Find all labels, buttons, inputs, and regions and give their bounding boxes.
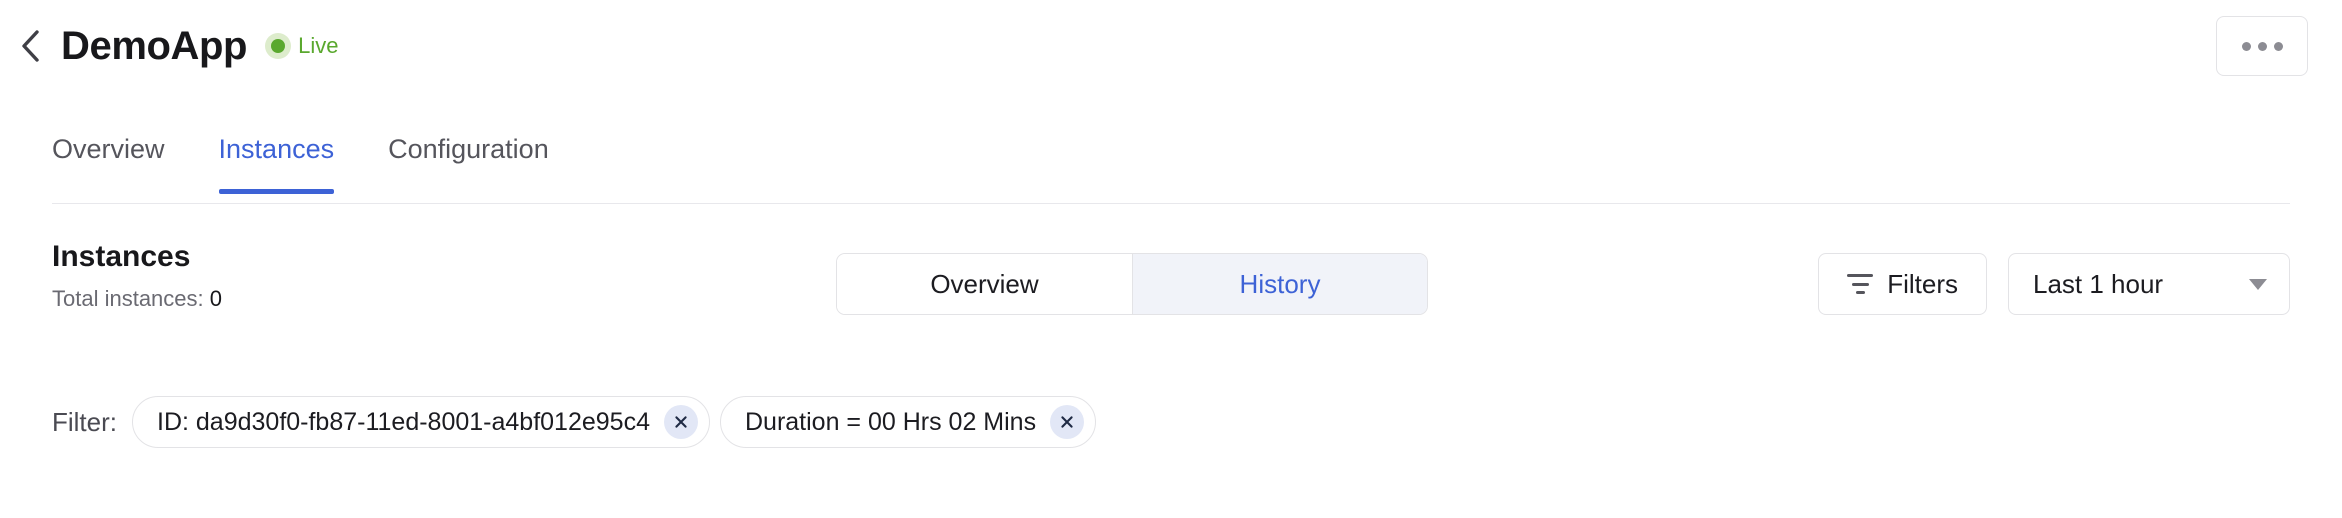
toolbar-right-controls: Filters Last 1 hour (1818, 253, 2290, 315)
view-segmented-control: Overview History (836, 253, 1428, 315)
filter-chip-id-label: ID: da9d30f0-fb87-11ed-8001-a4bf012e95c4 (157, 407, 650, 436)
total-instances: Total instances: 0 (52, 288, 222, 310)
section-title: Instances (52, 240, 191, 273)
filters-button-label: Filters (1887, 268, 1958, 299)
section-header: Instances Total instances: 0 (52, 242, 222, 310)
live-dot-icon (265, 33, 292, 59)
status-badge: Live (265, 33, 338, 59)
filter-label: Filter: (52, 406, 117, 437)
filter-chip-id-remove-button[interactable] (663, 405, 698, 439)
filter-chip-duration-label: Duration = 00 Hrs 02 Mins (744, 407, 1037, 436)
toolbar: Instances Total instances: 0 Overview Hi… (52, 242, 2290, 328)
filter-icon (1847, 274, 1874, 294)
time-range-dropdown[interactable]: Last 1 hour (2008, 253, 2290, 315)
segment-overview[interactable]: Overview (837, 254, 1132, 314)
back-button[interactable] (8, 24, 52, 68)
instances-page: DemoApp Live Overview Instances Configur… (0, 0, 2342, 518)
total-instances-label: Total instances: (52, 286, 204, 311)
tab-instances[interactable]: Instances (218, 128, 334, 194)
more-options-button[interactable] (2216, 16, 2308, 76)
filters-button[interactable]: Filters (1818, 253, 1987, 315)
chevron-left-icon (19, 29, 41, 63)
ellipsis-icon (2241, 41, 2283, 51)
chevron-down-icon (2249, 278, 2267, 290)
time-range-value: Last 1 hour (2033, 268, 2164, 299)
tab-bar: Overview Instances Configuration (52, 128, 2290, 204)
active-filters-row: Filter: ID: da9d30f0-fb87-11ed-8001-a4bf… (52, 396, 1097, 448)
status-label: Live (298, 33, 339, 58)
page-header: DemoApp Live (0, 0, 2342, 92)
total-instances-count: 0 (209, 286, 223, 311)
close-icon (1059, 414, 1075, 430)
segment-history[interactable]: History (1132, 254, 1427, 314)
tab-configuration[interactable]: Configuration (388, 128, 549, 193)
filter-chip-id: ID: da9d30f0-fb87-11ed-8001-a4bf012e95c4 (132, 396, 710, 448)
filter-chip-duration: Duration = 00 Hrs 02 Mins (719, 396, 1097, 448)
tab-overview[interactable]: Overview (52, 128, 165, 193)
filter-chip-duration-remove-button[interactable] (1050, 405, 1085, 439)
close-icon (673, 414, 689, 430)
page-title: DemoApp (61, 24, 248, 68)
